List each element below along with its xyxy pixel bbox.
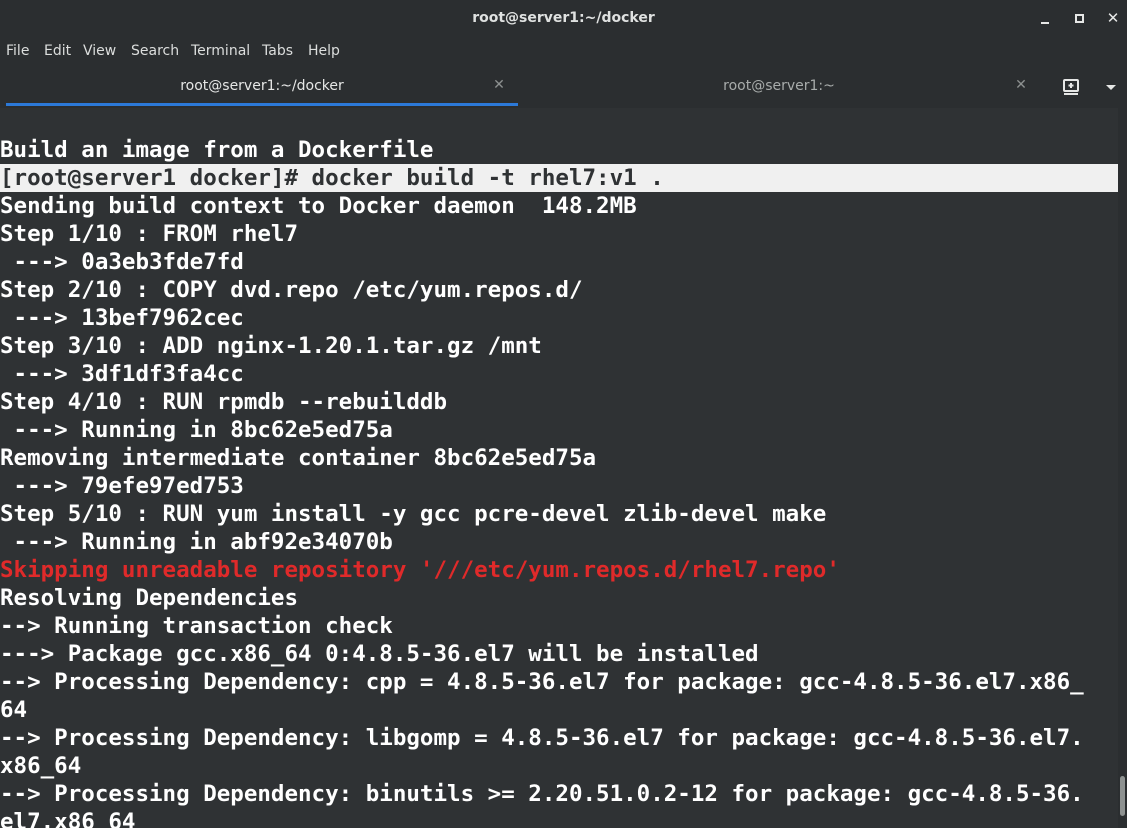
terminal-line: ---> Running in 8bc62e5ed75a xyxy=(0,417,393,443)
menu-tabs[interactable]: Tabs xyxy=(262,37,293,66)
terminal-line: ---> 3df1df3fa4cc xyxy=(0,361,244,387)
terminal-line: Step 2/10 : COPY dvd.repo /etc/yum.repos… xyxy=(0,277,583,303)
terminal-line: ---> 0a3eb3fde7fd xyxy=(0,249,244,275)
chevron-down-icon xyxy=(1106,85,1116,90)
new-tab-icon xyxy=(1063,79,1079,95)
tab-bar: root@server1:~/docker ✕ root@server1:~ ✕ xyxy=(0,66,1127,108)
close-button[interactable]: ✕ xyxy=(1104,9,1122,27)
tab-label: root@server1:~/docker xyxy=(180,78,344,94)
terminal-line: --> Running transaction check xyxy=(0,613,393,639)
close-icon: ✕ xyxy=(1106,9,1120,27)
menu-terminal[interactable]: Terminal xyxy=(191,37,250,66)
terminal-line: Step 4/10 : RUN rpmdb --rebuilddb xyxy=(0,389,448,415)
terminal-window: root@server1:~/docker ✕ File Edit View S… xyxy=(0,0,1127,828)
title-bar[interactable]: root@server1:~/docker ✕ xyxy=(0,0,1127,37)
menu-view[interactable]: View xyxy=(83,37,116,66)
tab-root-server1-docker[interactable]: root@server1:~/docker ✕ xyxy=(6,66,518,108)
terminal-line: Step 3/10 : ADD nginx-1.20.1.tar.gz /mnt xyxy=(0,333,542,359)
menu-bar: File Edit View Search Terminal Tabs Help xyxy=(0,37,1127,66)
terminal-line: x86_64 xyxy=(0,753,82,779)
terminal-line: ---> 79efe97ed753 xyxy=(0,473,244,499)
terminal-line: Resolving Dependencies xyxy=(0,585,299,611)
tab-label: root@server1:~ xyxy=(723,78,835,94)
minimize-icon xyxy=(1041,22,1049,24)
terminal-line: el7.x86_64 xyxy=(0,809,136,828)
terminal-line: ---> 13bef7962cec xyxy=(0,305,244,331)
menu-search[interactable]: Search xyxy=(131,37,179,66)
terminal-line: Step 5/10 : RUN yum install -y gcc pcre-… xyxy=(0,501,827,527)
window-title: root@server1:~/docker xyxy=(472,10,655,26)
menu-help[interactable]: Help xyxy=(308,37,340,66)
terminal-line: Sending build context to Docker daemon 1… xyxy=(0,193,637,219)
menu-edit[interactable]: Edit xyxy=(44,37,71,66)
maximize-button[interactable] xyxy=(1070,9,1088,27)
active-tab-indicator xyxy=(6,103,518,106)
terminal-line: ---> Running in abf92e34070b xyxy=(0,529,393,555)
tab-root-server1-home[interactable]: root@server1:~ ✕ xyxy=(520,66,1038,108)
tab-menu-button[interactable] xyxy=(1101,77,1121,97)
maximize-icon xyxy=(1075,14,1084,23)
tab-close-icon[interactable]: ✕ xyxy=(490,76,508,94)
terminal-line: Step 1/10 : FROM rhel7 xyxy=(0,221,299,247)
terminal-line: 64 xyxy=(0,697,28,723)
terminal-line: Build an image from a Dockerfile xyxy=(0,137,434,163)
error-line: Skipping unreadable repository '///etc/y… xyxy=(0,557,840,583)
terminal-output[interactable]: Build an image from a Dockerfile [root@se… xyxy=(0,108,1118,828)
terminal-line: --> Processing Dependency: cpp = 4.8.5-3… xyxy=(0,669,1084,695)
scrollbar-thumb[interactable] xyxy=(1120,776,1125,816)
terminal-lines: Build an image from a Dockerfile [root@se… xyxy=(0,136,1118,828)
command-prompt-line: [root@server1 docker]# docker build -t r… xyxy=(0,164,1118,192)
menu-file[interactable]: File xyxy=(6,37,29,66)
terminal-line: --> Processing Dependency: binutils >= 2… xyxy=(0,781,1084,807)
terminal-line: ---> Package gcc.x86_64 0:4.8.5-36.el7 w… xyxy=(0,641,759,667)
minimize-button[interactable] xyxy=(1036,9,1054,27)
new-tab-button[interactable] xyxy=(1061,77,1081,97)
terminal-line: Removing intermediate container 8bc62e5e… xyxy=(0,445,597,471)
terminal-line: --> Processing Dependency: libgomp = 4.8… xyxy=(0,725,1084,751)
tab-close-icon[interactable]: ✕ xyxy=(1012,76,1030,94)
terminal-scrollbar[interactable] xyxy=(1118,108,1127,828)
